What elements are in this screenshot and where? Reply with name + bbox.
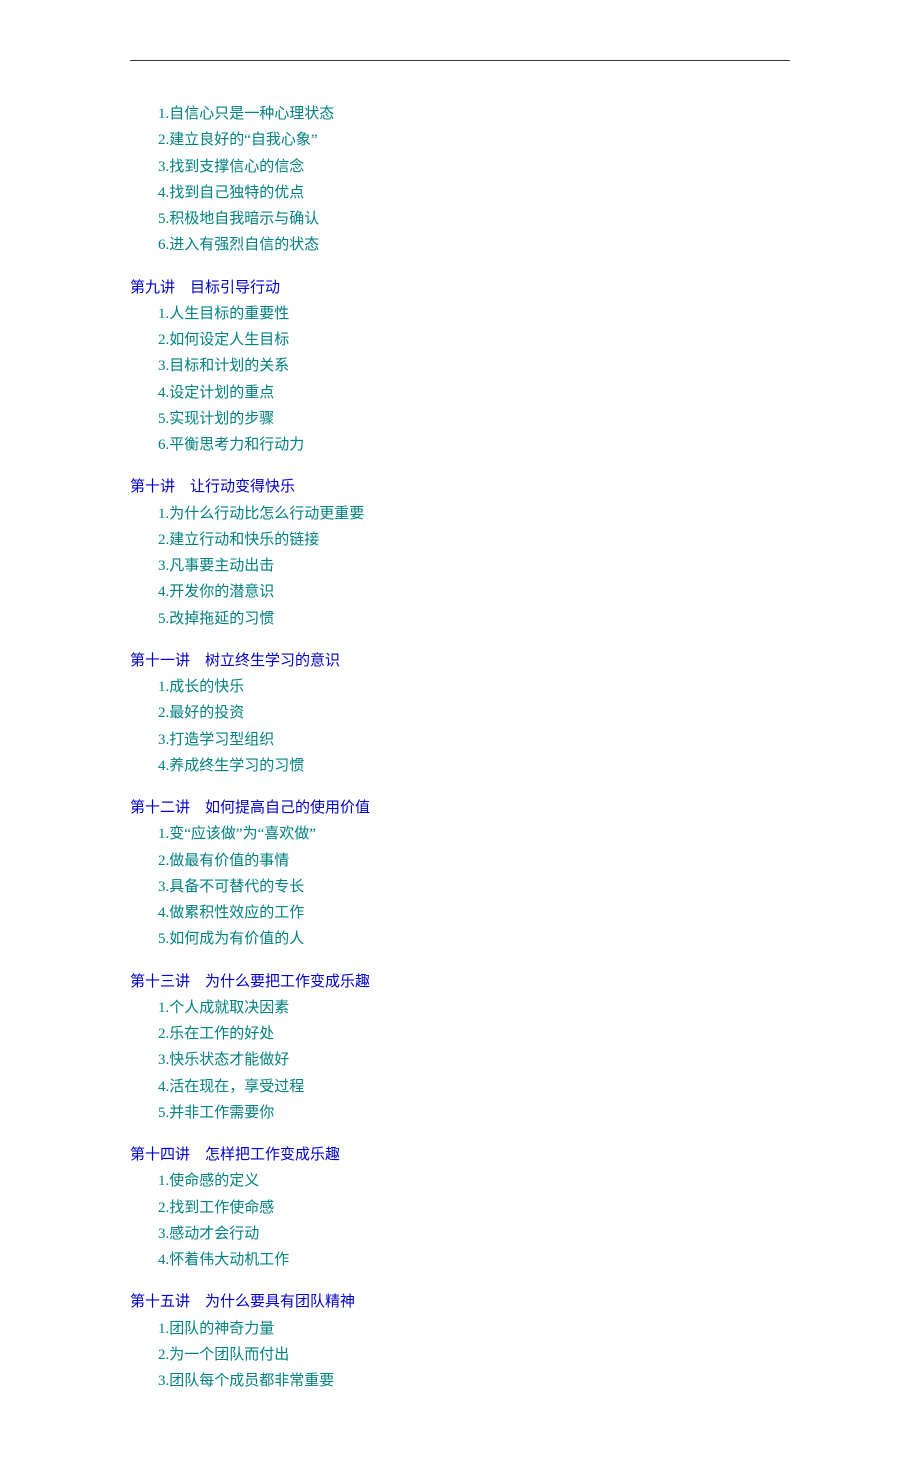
section-heading: 第十二讲 如何提高自己的使用价值	[130, 795, 790, 821]
list-item: 6.平衡思考力和行动力	[158, 432, 790, 458]
section: 第九讲 目标引导行动1.人生目标的重要性2.如何设定人生目标3.目标和计划的关系…	[130, 275, 790, 459]
section: 第十三讲 为什么要把工作变成乐趣1.个人成就取决因素2.乐在工作的好处3.快乐状…	[130, 969, 790, 1127]
section: 第十四讲 怎样把工作变成乐趣1.使命感的定义2.找到工作使命感3.感动才会行动4…	[130, 1142, 790, 1273]
list-item: 2.建立良好的“自我心象”	[158, 127, 790, 153]
list-item: 1.自信心只是一种心理状态	[158, 101, 790, 127]
list-item: 4.找到自己独特的优点	[158, 180, 790, 206]
section-items: 1.团队的神奇力量2.为一个团队而付出3.团队每个成员都非常重要	[130, 1316, 790, 1395]
list-item: 5.积极地自我暗示与确认	[158, 206, 790, 232]
section-items: 1.使命感的定义2.找到工作使命感3.感动才会行动4.怀着伟大动机工作	[130, 1168, 790, 1273]
list-item: 4.养成终生学习的习惯	[158, 753, 790, 779]
list-item: 3.凡事要主动出击	[158, 553, 790, 579]
list-item: 3.具备不可替代的专长	[158, 874, 790, 900]
list-item: 3.打造学习型组织	[158, 727, 790, 753]
section-items: 1.为什么行动比怎么行动更重要2.建立行动和快乐的链接3.凡事要主动出击4.开发…	[130, 501, 790, 632]
list-item: 1.变“应该做”为“喜欢做”	[158, 821, 790, 847]
list-item: 2.如何设定人生目标	[158, 327, 790, 353]
list-item: 4.活在现在，享受过程	[158, 1074, 790, 1100]
list-item: 2.最好的投资	[158, 700, 790, 726]
list-item: 1.成长的快乐	[158, 674, 790, 700]
section-items: 1.个人成就取决因素2.乐在工作的好处3.快乐状态才能做好4.活在现在，享受过程…	[130, 995, 790, 1126]
sections-container: 第九讲 目标引导行动1.人生目标的重要性2.如何设定人生目标3.目标和计划的关系…	[130, 275, 790, 1395]
section: 第十一讲 树立终生学习的意识1.成长的快乐2.最好的投资3.打造学习型组织4.养…	[130, 648, 790, 779]
list-item: 1.为什么行动比怎么行动更重要	[158, 501, 790, 527]
list-item: 6.进入有强烈自信的状态	[158, 232, 790, 258]
horizontal-rule	[130, 60, 790, 61]
list-item: 1.人生目标的重要性	[158, 301, 790, 327]
document-page: 1.自信心只是一种心理状态2.建立良好的“自我心象”3.找到支撑信心的信念4.找…	[0, 60, 920, 1394]
list-item: 3.找到支撑信心的信念	[158, 154, 790, 180]
section-heading: 第十一讲 树立终生学习的意识	[130, 648, 790, 674]
list-item: 5.改掉拖延的习惯	[158, 606, 790, 632]
list-item: 1.个人成就取决因素	[158, 995, 790, 1021]
list-item: 5.如何成为有价值的人	[158, 926, 790, 952]
list-item: 4.怀着伟大动机工作	[158, 1247, 790, 1273]
section-items: 1.成长的快乐2.最好的投资3.打造学习型组织4.养成终生学习的习惯	[130, 674, 790, 779]
list-item: 1.团队的神奇力量	[158, 1316, 790, 1342]
list-item: 2.建立行动和快乐的链接	[158, 527, 790, 553]
list-item: 2.为一个团队而付出	[158, 1342, 790, 1368]
section-items: 1.人生目标的重要性2.如何设定人生目标3.目标和计划的关系4.设定计划的重点5…	[130, 301, 790, 459]
section-heading: 第十四讲 怎样把工作变成乐趣	[130, 1142, 790, 1168]
list-item: 3.感动才会行动	[158, 1221, 790, 1247]
list-item: 4.设定计划的重点	[158, 380, 790, 406]
section-heading: 第九讲 目标引导行动	[130, 275, 790, 301]
list-item: 1.使命感的定义	[158, 1168, 790, 1194]
list-item: 2.找到工作使命感	[158, 1195, 790, 1221]
section-heading: 第十三讲 为什么要把工作变成乐趣	[130, 969, 790, 995]
list-item: 3.团队每个成员都非常重要	[158, 1368, 790, 1394]
section: 第十二讲 如何提高自己的使用价值1.变“应该做”为“喜欢做”2.做最有价值的事情…	[130, 795, 790, 953]
section-heading: 第十讲 让行动变得快乐	[130, 474, 790, 500]
section-items: 1.变“应该做”为“喜欢做”2.做最有价值的事情3.具备不可替代的专长4.做累积…	[130, 821, 790, 952]
list-item: 3.快乐状态才能做好	[158, 1047, 790, 1073]
list-item: 2.乐在工作的好处	[158, 1021, 790, 1047]
list-item: 3.目标和计划的关系	[158, 353, 790, 379]
section: 第十五讲 为什么要具有团队精神1.团队的神奇力量2.为一个团队而付出3.团队每个…	[130, 1289, 790, 1394]
top-item-list: 1.自信心只是一种心理状态2.建立良好的“自我心象”3.找到支撑信心的信念4.找…	[130, 101, 790, 259]
list-item: 5.实现计划的步骤	[158, 406, 790, 432]
section-heading: 第十五讲 为什么要具有团队精神	[130, 1289, 790, 1315]
list-item: 4.做累积性效应的工作	[158, 900, 790, 926]
list-item: 4.开发你的潜意识	[158, 579, 790, 605]
list-item: 2.做最有价值的事情	[158, 848, 790, 874]
list-item: 5.并非工作需要你	[158, 1100, 790, 1126]
section: 第十讲 让行动变得快乐1.为什么行动比怎么行动更重要2.建立行动和快乐的链接3.…	[130, 474, 790, 632]
